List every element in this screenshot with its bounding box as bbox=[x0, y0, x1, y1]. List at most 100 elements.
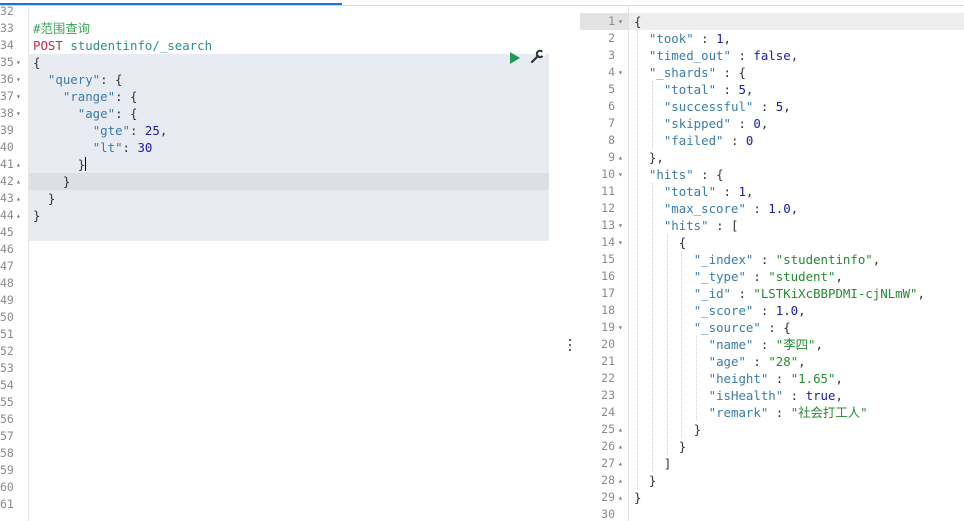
line-number: 17 bbox=[601, 286, 615, 300]
fold-caret-down-icon[interactable]: ▾ bbox=[618, 64, 623, 81]
fold-caret-up-icon[interactable]: ▴ bbox=[16, 190, 21, 207]
request-line[interactable]: 58 bbox=[0, 445, 549, 462]
play-icon[interactable] bbox=[510, 52, 520, 64]
indent-guide bbox=[696, 336, 697, 421]
request-line[interactable]: 40 "lt": 30 bbox=[0, 139, 549, 156]
line-number: 54 bbox=[0, 378, 14, 392]
line-number: 51 bbox=[0, 327, 14, 341]
request-line[interactable]: 60 bbox=[0, 479, 549, 496]
request-line[interactable]: 55 bbox=[0, 394, 549, 411]
splitter-handle-icon[interactable] bbox=[569, 339, 573, 353]
code-text: "_score" : 1.0, bbox=[693, 303, 806, 318]
fold-caret-down-icon[interactable]: ▾ bbox=[618, 13, 623, 30]
line-number: 44 bbox=[0, 208, 14, 222]
request-line[interactable]: 32 bbox=[0, 6, 549, 20]
line-number: 37 bbox=[0, 89, 14, 103]
request-line[interactable]: 50 bbox=[0, 309, 549, 326]
line-number: 48 bbox=[0, 276, 14, 290]
code-text: } bbox=[33, 208, 41, 223]
request-line[interactable]: 44 ▴} bbox=[0, 207, 549, 224]
code-text: "isHealth" : true, bbox=[708, 388, 843, 403]
request-line[interactable]: 41 ▴ } bbox=[0, 156, 549, 173]
request-line[interactable]: 36 ▾ "query": { bbox=[0, 71, 549, 88]
line-number: 55 bbox=[0, 395, 14, 409]
line-number: 53 bbox=[0, 361, 14, 375]
code-text: } bbox=[634, 490, 642, 505]
code-text: "age": { bbox=[77, 106, 138, 121]
fold-caret-down-icon[interactable]: ▾ bbox=[16, 71, 21, 88]
code-text: "_index" : "studentinfo", bbox=[693, 252, 881, 267]
indent-guide bbox=[667, 234, 668, 455]
code-text: "timed_out" : false, bbox=[648, 48, 799, 63]
fold-caret-down-icon[interactable]: ▾ bbox=[16, 54, 21, 71]
request-line[interactable]: 38 ▾ "age": { bbox=[0, 105, 549, 122]
request-line[interactable]: 39 "gte": 25, bbox=[0, 122, 549, 139]
code-text: } bbox=[47, 191, 56, 206]
request-line[interactable]: 47 bbox=[0, 258, 549, 275]
request-line[interactable]: 43 ▴ } bbox=[0, 190, 549, 207]
fold-caret-up-icon[interactable]: ▴ bbox=[618, 455, 623, 472]
fold-caret-up-icon[interactable]: ▴ bbox=[618, 489, 623, 506]
request-line[interactable]: 46 bbox=[0, 241, 549, 258]
request-line[interactable]: 45 bbox=[0, 224, 549, 241]
response-line[interactable]: 29 ▴} bbox=[580, 489, 964, 506]
indent-guide bbox=[652, 183, 653, 472]
code-text: "_type" : "student", bbox=[693, 269, 843, 284]
line-number: 28 bbox=[601, 473, 615, 487]
code-text: "_source" : { bbox=[693, 320, 791, 335]
fold-caret-up-icon[interactable]: ▴ bbox=[618, 472, 623, 489]
fold-caret-down-icon[interactable]: ▾ bbox=[16, 105, 21, 122]
request-editor[interactable]: 32 33 #范围查询 34 POST studentinfo/_search 35 ▾{3… bbox=[0, 6, 549, 521]
fold-caret-down-icon[interactable]: ▾ bbox=[16, 88, 21, 105]
line-number: 5 bbox=[608, 82, 615, 96]
fold-caret-down-icon[interactable]: ▾ bbox=[618, 166, 623, 183]
request-line[interactable]: 42 ▴ } bbox=[0, 173, 549, 190]
request-line[interactable]: 57 bbox=[0, 428, 549, 445]
code-text: { bbox=[678, 235, 687, 250]
indent-guide bbox=[681, 251, 682, 438]
line-number: 50 bbox=[0, 310, 14, 324]
request-line[interactable]: 48 bbox=[0, 275, 549, 292]
pane-splitter[interactable] bbox=[549, 6, 580, 521]
fold-caret-up-icon[interactable]: ▴ bbox=[618, 421, 623, 438]
request-line[interactable]: 52 bbox=[0, 343, 549, 360]
request-line[interactable]: 35 ▾ { bbox=[0, 54, 549, 71]
line-number: 12 bbox=[601, 201, 615, 215]
request-line[interactable]: 33 #范围查询 bbox=[0, 20, 549, 37]
line-number: 38 bbox=[0, 106, 14, 120]
line-number: 56 bbox=[0, 412, 14, 426]
request-line[interactable]: 61 bbox=[0, 496, 549, 513]
request-line[interactable]: 54 bbox=[0, 377, 549, 394]
fold-caret-down-icon[interactable]: ▾ bbox=[618, 319, 623, 336]
line-number: 52 bbox=[0, 344, 14, 358]
wrench-icon[interactable] bbox=[529, 49, 545, 65]
line-number: 24 bbox=[601, 405, 615, 419]
response-viewer[interactable]: 1 ▾{2 "took" : 1, 3 "timed_out" : false, 4 ▾… bbox=[580, 6, 964, 521]
fold-caret-up-icon[interactable]: ▴ bbox=[16, 173, 21, 190]
request-line[interactable]: 37 ▾ "range": { bbox=[0, 88, 549, 105]
code-text: "remark" : "社会打工人" bbox=[708, 405, 868, 420]
line-number: 29 bbox=[601, 490, 615, 504]
fold-caret-up-icon[interactable]: ▴ bbox=[16, 207, 21, 224]
request-line[interactable]: 49 bbox=[0, 292, 549, 309]
line-number: 35 bbox=[0, 55, 14, 69]
line-number: 8 bbox=[608, 133, 615, 147]
request-line[interactable]: 51 bbox=[0, 326, 549, 343]
request-line[interactable]: 34 POST studentinfo/_search bbox=[0, 37, 549, 54]
line-number: 41 bbox=[0, 157, 14, 171]
code-text: } bbox=[678, 439, 687, 454]
code-text: "hits" : { bbox=[648, 167, 724, 182]
response-line[interactable]: 1 ▾ { bbox=[580, 13, 964, 30]
line-number: 1 bbox=[608, 14, 615, 28]
fold-caret-up-icon[interactable]: ▴ bbox=[618, 149, 623, 166]
response-line[interactable]: 30 bbox=[580, 506, 964, 521]
line-number: 14 bbox=[601, 235, 615, 249]
request-line[interactable]: 53 bbox=[0, 360, 549, 377]
request-line[interactable]: 59 bbox=[0, 462, 549, 479]
fold-caret-down-icon[interactable]: ▾ bbox=[618, 234, 623, 251]
fold-caret-down-icon[interactable]: ▾ bbox=[618, 217, 623, 234]
fold-caret-up-icon[interactable]: ▴ bbox=[16, 156, 21, 173]
fold-caret-up-icon[interactable]: ▴ bbox=[618, 438, 623, 455]
line-number: 4 bbox=[608, 65, 615, 79]
request-line[interactable]: 56 bbox=[0, 411, 549, 428]
